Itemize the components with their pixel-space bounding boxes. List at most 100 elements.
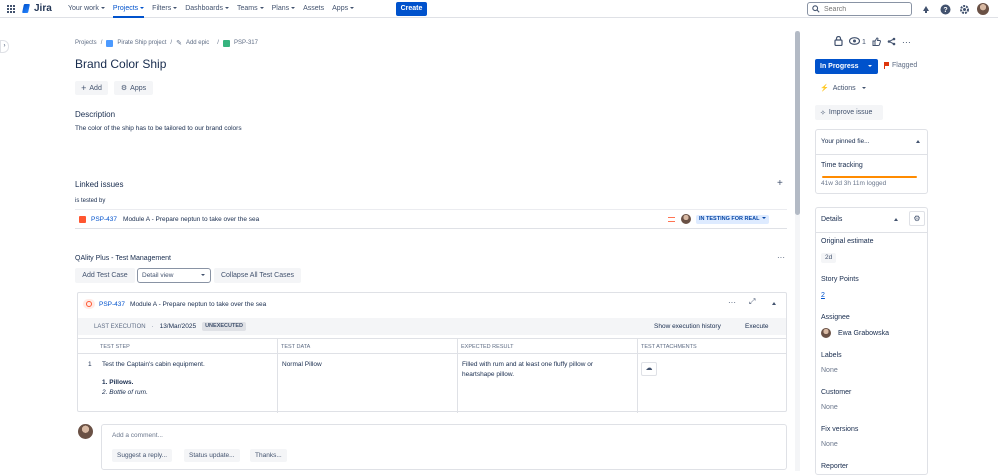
add-test-case-button[interactable]: Add Test Case [75,268,135,283]
show-history-link[interactable]: Show execution history [654,323,721,330]
last-execution-date: 13/Mar/2025 [159,323,197,330]
nav-your-work[interactable]: Your work [68,0,105,18]
nav-dashboards[interactable]: Dashboards [185,0,229,18]
pencil-icon: ✎ [176,40,182,47]
flagged-indicator[interactable]: Flagged [884,62,917,69]
nav-assets[interactable]: Assets [303,0,324,18]
customer-value[interactable]: None [821,404,838,411]
col-header-test-data: TEST DATA [277,338,457,354]
chevron-down-icon [201,274,205,276]
linked-issue-summary[interactable]: Module A - Prepare neptun to take over t… [123,216,259,223]
labels-value[interactable]: None [821,367,838,374]
pinned-fields-heading[interactable]: Your pinned fie... [821,138,870,145]
linked-issue-status[interactable]: IN TESTING FOR REAL [696,215,769,224]
add-link-plus-icon[interactable]: + [777,178,783,189]
jira-logo[interactable]: Jira [22,3,52,14]
view-select[interactable]: Detail view [137,268,211,283]
actions-menu[interactable]: ⚡ Actions [820,84,866,92]
details-heading[interactable]: Details [821,216,842,223]
breadcrumb-separator: / [217,40,219,46]
chevron-up-icon[interactable] [772,302,776,305]
nav-teams[interactable]: Teams [237,0,264,18]
top-navigation: Jira Your work Projects Filters Dashboar… [0,0,998,18]
thumbs-up-icon[interactable] [872,36,881,48]
chevron-down-icon [868,65,872,67]
expected-result-cell[interactable]: Filled with rum and at least one fluffy … [458,354,628,386]
sparkle-icon: ✧ [820,109,826,117]
assignee-avatar [821,328,831,338]
assignee-avatar [681,214,691,224]
status-update-chip[interactable]: Status update... [184,449,240,462]
chevron-up-icon[interactable] [894,218,898,221]
improve-issue-button[interactable]: ✧ Improve issue [815,105,883,120]
breadcrumb-projects[interactable]: Projects [75,40,97,46]
comment-placeholder[interactable]: Add a comment... [112,432,163,439]
scrollbar-thumb[interactable] [795,31,800,215]
issue-title[interactable]: Brand Color Ship [75,57,166,71]
breadcrumb-add-epic[interactable]: Add epic [186,40,209,46]
test-steps-table: TEST STEP TEST DATA EXPECTED RESULT TEST… [78,338,786,413]
app-switcher-icon[interactable] [6,4,15,13]
nav-menu: Your work Projects Filters Dashboards Te… [68,0,362,18]
search-input[interactable] [824,5,904,13]
notifications-icon[interactable] [920,3,932,15]
lock-icon[interactable] [834,35,843,48]
col-header-attachments: TEST ATTACHMENTS [637,338,786,354]
configure-fields-icon[interactable]: ⚙ [909,211,925,226]
collapse-all-button[interactable]: Collapse All Test Cases [214,268,301,283]
more-icon[interactable]: ··· [902,37,911,47]
apps-button[interactable]: ⚙ Apps [114,81,153,95]
expand-icon[interactable]: ⤢ [749,297,755,307]
test-case-key[interactable]: PSP-437 [99,301,125,308]
nav-projects[interactable]: Projects [112,0,145,18]
search-box[interactable] [807,2,912,16]
fix-versions-value[interactable]: None [821,441,838,448]
breadcrumb: Projects / Pirate Ship project / ✎ Add e… [75,39,258,47]
breadcrumb-separator: / [100,40,103,46]
column-divider [637,338,638,413]
test-data-cell[interactable]: Normal Pillow [278,354,456,376]
chevron-right-icon: › [3,43,6,49]
story-points-value[interactable]: 2 [821,292,825,299]
nav-plans[interactable]: Plans [272,0,296,18]
chevron-down-icon [861,87,866,89]
more-options-icon[interactable]: ··· [777,253,785,262]
linked-issue-key[interactable]: PSP-437 [91,216,117,223]
watch-icon[interactable] [848,37,861,47]
user-avatar [78,424,93,439]
test-step-bold-item: Pillows. [109,379,134,386]
col-header-test-step: TEST STEP [78,338,277,354]
add-button[interactable]: + Add [75,81,108,95]
settings-icon[interactable] [958,3,970,15]
original-estimate-value[interactable]: 2d [821,253,837,263]
chevron-up-icon[interactable] [916,140,920,143]
assignee-value[interactable]: Ewa Grabowska [838,330,889,337]
linked-issue-row[interactable]: PSP-437 Module A - Prepare neptun to tak… [75,209,787,229]
test-step-text: Test the Captain's cabin equipment. [102,361,205,368]
sidebar-expand-button[interactable]: › [0,40,9,53]
status-button[interactable]: In Progress [815,59,878,74]
time-tracking-bar[interactable] [822,176,917,178]
test-case-header[interactable]: PSP-437 Module A - Prepare neptun to tak… [78,293,786,315]
time-logged-text: 41w 3d 3h 11m logged [821,180,887,187]
test-step-cell[interactable]: Test the Captain's cabin equipment. 1. P… [98,354,276,404]
nav-apps[interactable]: Apps [332,0,355,18]
description-text[interactable]: The color of the ship has to be tailored… [75,125,242,132]
breadcrumb-issue-key[interactable]: PSP-317 [234,40,258,46]
execute-button[interactable]: Execute [745,323,769,330]
bug-icon [79,215,86,223]
main-scrollbar[interactable] [795,31,800,471]
field-label-labels: Labels [821,352,842,359]
share-icon[interactable] [887,37,896,48]
nav-filters[interactable]: Filters [152,0,178,18]
more-icon[interactable]: ··· [728,298,736,307]
comment-box[interactable]: Add a comment... Suggest a reply... Stat… [101,424,787,470]
thanks-chip[interactable]: Thanks... [250,449,287,462]
search-icon [812,5,820,13]
upload-attachment-icon[interactable]: ☁ [641,362,657,376]
create-button[interactable]: Create [396,2,427,16]
suggest-reply-chip[interactable]: Suggest a reply... [112,449,173,462]
help-icon[interactable]: ? [939,3,951,15]
profile-avatar[interactable] [977,3,989,15]
breadcrumb-project[interactable]: Pirate Ship project [117,40,166,46]
